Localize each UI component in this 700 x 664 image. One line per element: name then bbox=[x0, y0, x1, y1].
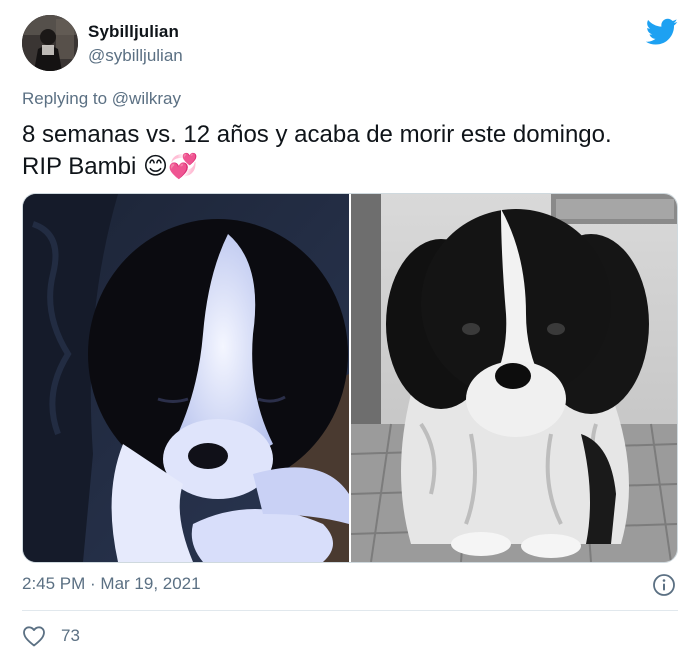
replying-to: Replying to @wilkray bbox=[22, 89, 181, 109]
tweet-timestamp[interactable]: 2:45 PM · Mar 19, 2021 bbox=[22, 574, 201, 594]
tweet-text-line-1: 8 semanas vs. 12 años y acaba de morir e… bbox=[22, 121, 612, 148]
author-display-name[interactable]: Sybilljulian bbox=[88, 22, 179, 42]
replying-to-label: Replying to bbox=[22, 89, 108, 108]
twitter-bird-icon[interactable] bbox=[645, 18, 678, 46]
tweet-text: 8 semanas vs. 12 años y acaba de morir e… bbox=[22, 119, 692, 183]
tweet-card: Sybilljulian @sybilljulian Replying to @… bbox=[0, 0, 700, 664]
like-count: 73 bbox=[61, 626, 80, 645]
author-handle[interactable]: @sybilljulian bbox=[88, 46, 183, 66]
puppy-photo[interactable] bbox=[23, 194, 349, 562]
reply-mention-link[interactable]: @wilkray bbox=[112, 89, 181, 108]
old-dog-photo[interactable] bbox=[351, 194, 677, 562]
avatar-image bbox=[22, 15, 78, 71]
tweet-text-line-2: RIP Bambi 😊💞 bbox=[22, 153, 198, 180]
heart-icon[interactable] bbox=[22, 625, 46, 647]
tweet-media bbox=[22, 193, 678, 563]
avatar[interactable] bbox=[22, 15, 78, 71]
divider bbox=[22, 610, 678, 611]
info-icon[interactable] bbox=[652, 573, 676, 597]
